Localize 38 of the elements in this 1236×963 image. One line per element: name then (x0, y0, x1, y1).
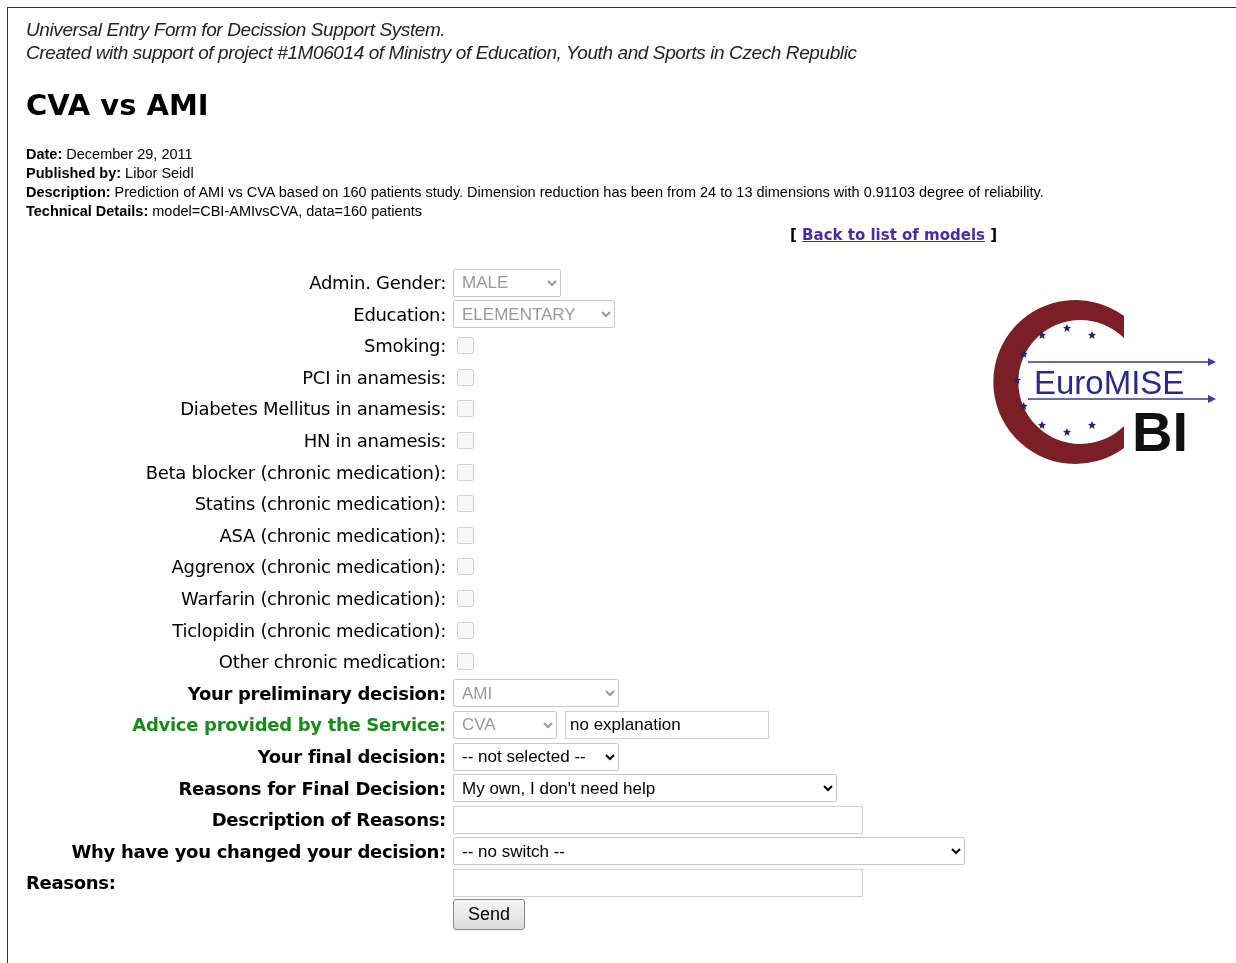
field-label: Diabetes Mellitus in anamesis: (179, 397, 446, 422)
field-label: Why have you changed your decision: (70, 839, 446, 864)
field-label: Description of Reasons: (210, 808, 446, 833)
field-label: Your final decision: (256, 745, 446, 769)
page-title: CVA vs AMI (26, 88, 210, 123)
field-label: Aggrenox (chronic medication): (170, 555, 446, 580)
logo-text: EuroMISE (1034, 364, 1185, 402)
meta-text: Published by: Libor Seidl (26, 163, 195, 183)
meta-text: Date: December 29, 2011 (26, 144, 194, 164)
logo-text: BI (1132, 400, 1188, 464)
dropdown[interactable]: -- not selected -- (453, 742, 619, 771)
field-label: Advice provided by the Service: (131, 713, 446, 738)
dropdown[interactable]: My own, I don't need help (453, 774, 837, 803)
input-field[interactable] (453, 805, 863, 834)
field-label: Reasons: (26, 871, 117, 896)
field-label: Smoking: (363, 334, 446, 359)
dropdown[interactable]: -- no switch -- (453, 837, 965, 866)
field-label: Ticlopidin (chronic medication): (171, 618, 446, 643)
field-label: Other chronic medication: (217, 650, 446, 675)
field-label: Statins (chronic medication): (193, 492, 446, 517)
send-button[interactable]: Send (453, 898, 526, 930)
bracket-text: [ (790, 225, 797, 244)
field-label: PCI in anamesis: (301, 365, 446, 390)
field-label: HN in anamesis: (302, 429, 446, 454)
header-text: Created with support of project #1M06014 of Ministry of Education, Youth and Sports in Czech Republic (26, 41, 858, 64)
field-label: Admin. Gender: (308, 271, 446, 296)
field-label: Reasons for Final Decision: (177, 776, 446, 801)
field-label: Education: (352, 302, 446, 327)
field-label: ASA (chronic medication): (218, 523, 446, 548)
field-label: Warfarin (chronic medication): (180, 587, 446, 612)
field-label: Beta blocker (chronic medication): (144, 460, 446, 485)
meta-text: Description: Prediction of AMI vs CVA based on 160 patients study. Dimension reduction has been from 24 to 13 dimensions with 0.91103 degree of reliability. (26, 182, 1045, 202)
input-field[interactable] (453, 868, 863, 897)
back-link[interactable]: Back to list of models (802, 225, 985, 244)
field-label: Your preliminary decision: (186, 681, 446, 706)
meta-text: Technical Details: model=CBI-AMIvsCVA, data=160 patients (26, 201, 423, 221)
header-text: Universal Entry Form for Decission Support System. (26, 18, 447, 41)
bracket-text: ] (990, 225, 998, 244)
